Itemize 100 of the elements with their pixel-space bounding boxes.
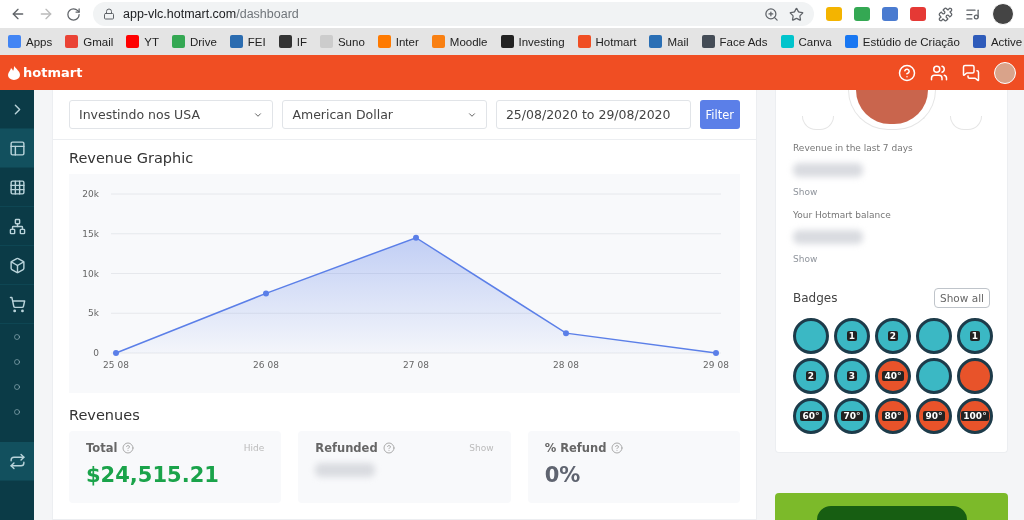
chat-icon[interactable] [962, 63, 980, 82]
y-axis-label: 10k [82, 268, 99, 279]
badge-number: 90° [923, 411, 945, 421]
bookmark-link[interactable]: Suno [319, 35, 365, 48]
hotmart-logo[interactable]: hotmart [8, 65, 83, 80]
grid-icon [8, 178, 26, 196]
badge-number: 1 [846, 331, 858, 341]
puzzle-icon[interactable] [938, 6, 953, 22]
badge[interactable]: 60° [793, 398, 829, 434]
badge[interactable]: 1 [957, 318, 993, 354]
lock-icon [103, 8, 115, 20]
stat-value: 0% [544, 463, 582, 487]
y-axis-label: 20k [82, 189, 99, 199]
section-title: Revenues [69, 407, 141, 423]
bookmark-link[interactable]: Moodle [431, 35, 488, 48]
stat-label: Refunded [315, 441, 378, 455]
badge[interactable]: 80° [875, 398, 911, 434]
stat-value: $24,515.21 [86, 463, 220, 487]
y-axis-label: 15k [82, 228, 99, 239]
badge[interactable]: 2 [875, 318, 911, 354]
dot-icon [14, 383, 20, 390]
back-icon[interactable] [10, 6, 26, 22]
stat-label: Total [86, 441, 118, 455]
dot-icon [14, 358, 20, 365]
badge-number: 100° [961, 411, 989, 421]
sidebar-item[interactable] [0, 442, 34, 481]
user-avatar[interactable] [994, 61, 1016, 84]
stat-label: Revenue in the last 7 days [793, 143, 914, 153]
badge[interactable]: 2 [793, 358, 829, 394]
data-point [413, 234, 419, 241]
badge[interactable]: 3 [834, 358, 870, 394]
x-axis-label: 26 08 [253, 360, 279, 370]
sync-icon [8, 452, 26, 470]
badge[interactable]: 100° [957, 398, 993, 434]
bookmark-link[interactable]: Active [972, 35, 1023, 48]
product-select[interactable]: Investindo nos USA [69, 100, 274, 129]
section-title: Revenue Graphic [69, 150, 195, 166]
address-bar[interactable]: app-vlc.hotmart.com/dashboard [93, 2, 814, 26]
bookmark-link[interactable]: Investing [500, 35, 565, 48]
badge[interactable]: 1 [834, 318, 870, 354]
bookmark-link[interactable]: YT [126, 35, 159, 48]
y-axis-label: 0 [93, 348, 99, 358]
date-range-field[interactable]: 25/08/2020 to 29/08/2020 [495, 100, 691, 129]
bookmark-link[interactable]: Estúdio de Criação [844, 35, 960, 48]
zoom-icon[interactable] [764, 6, 779, 22]
data-point [113, 350, 119, 356]
data-point [263, 290, 269, 297]
badge-number: 80° [882, 411, 904, 421]
community-icon[interactable] [930, 63, 948, 82]
data-point [563, 330, 569, 337]
star-icon[interactable] [789, 6, 804, 22]
badge[interactable]: 90° [916, 398, 952, 434]
badge-number: 3 [846, 371, 858, 381]
currency-select[interactable]: American Dollar [282, 100, 487, 129]
x-axis-label: 27 08 [403, 360, 429, 370]
badge-number: 60° [800, 411, 822, 421]
badge[interactable] [793, 318, 829, 354]
badge-number: 2 [805, 371, 817, 381]
badge[interactable]: 40° [875, 358, 911, 394]
data-point [713, 350, 719, 356]
filter-button[interactable]: Filter [699, 100, 740, 129]
cart-icon [8, 295, 26, 313]
network-icon [8, 217, 26, 235]
badge-number: 40° [882, 371, 904, 381]
show-all-button[interactable]: Show all [934, 288, 990, 308]
banner-button[interactable] [816, 506, 967, 520]
x-axis-label: 28 08 [553, 360, 579, 370]
x-axis-label: 29 08 [703, 360, 729, 370]
badges-title: Badges [793, 291, 838, 305]
bookmark-link[interactable]: IF [278, 35, 307, 48]
badge[interactable]: 70° [834, 398, 870, 434]
bookmark-link[interactable]: Gmail [65, 35, 114, 48]
flame-icon [8, 65, 20, 80]
badge[interactable] [916, 358, 952, 394]
x-axis-label: 25 08 [103, 360, 129, 370]
profile-avatar[interactable] [992, 3, 1014, 25]
dot-icon [14, 408, 20, 415]
url-text: app-vlc.hotmart.com/dashboard [123, 7, 299, 21]
bookmark-link[interactable]: FEI [229, 35, 266, 48]
box-icon [8, 256, 26, 274]
badge[interactable] [916, 318, 952, 354]
dashboard-icon [8, 139, 26, 157]
forward-icon[interactable] [38, 6, 54, 22]
bookmark-link[interactable]: Face Ads [701, 35, 768, 48]
badge-number: 1 [969, 331, 981, 341]
badge[interactable] [957, 358, 993, 394]
stat-label: Your Hotmart balance [793, 210, 892, 220]
bookmark-link[interactable]: Inter [377, 35, 419, 48]
y-axis-label: 5k [88, 308, 99, 319]
bookmark-link[interactable]: Apps [8, 35, 53, 48]
media-icon[interactable] [965, 6, 980, 22]
bookmark-link[interactable]: Drive [171, 35, 217, 48]
bookmark-link[interactable]: Hotmart [577, 35, 637, 48]
sidebar-item[interactable] [0, 129, 34, 168]
reload-icon[interactable] [66, 6, 81, 22]
bookmark-link[interactable]: Mail [649, 35, 689, 48]
stat-label: % Refund [544, 441, 607, 455]
dot-icon [14, 333, 20, 340]
bookmark-link[interactable]: Canva [780, 35, 832, 48]
badge-number: 2 [887, 331, 899, 341]
